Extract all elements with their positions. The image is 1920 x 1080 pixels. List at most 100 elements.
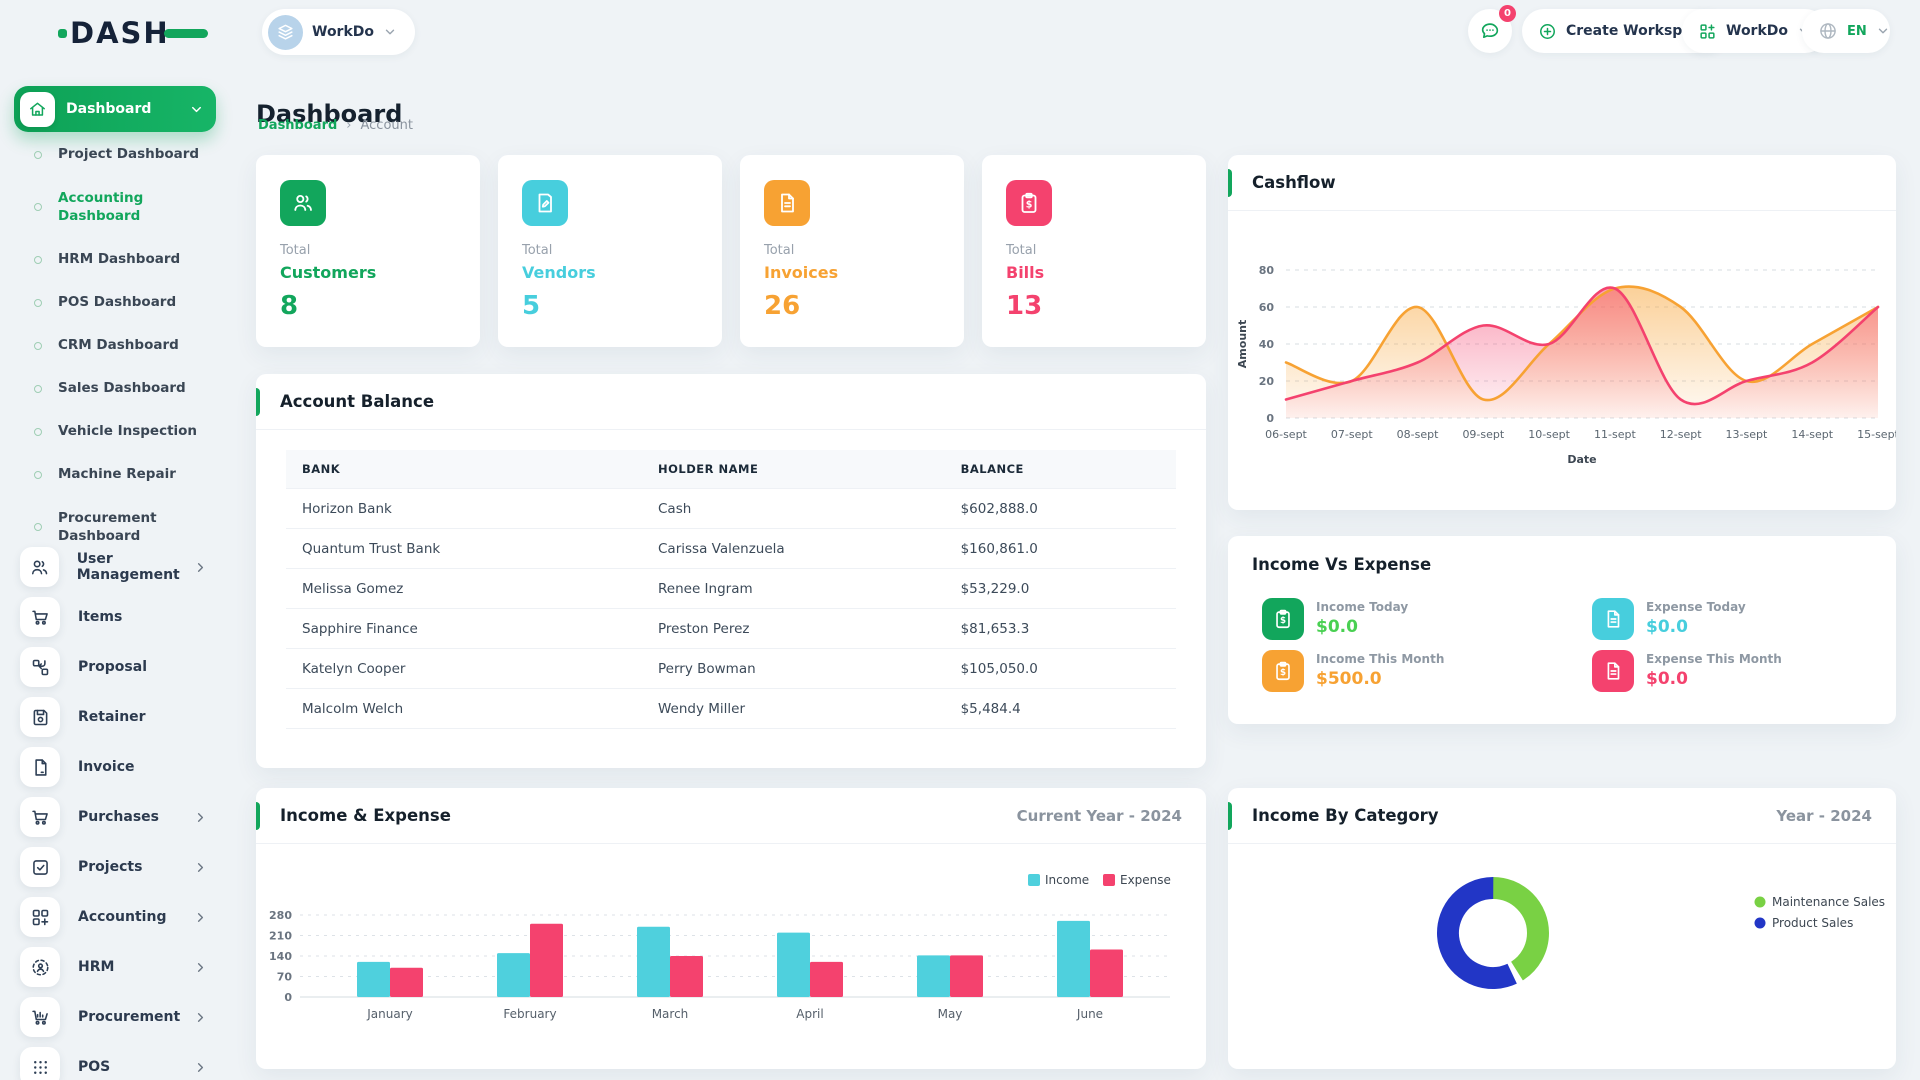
ive-item-expense-this-month: Expense This Month$0.0 — [1592, 650, 1782, 692]
sidebar-subitem-label: Vehicle Inspection — [58, 422, 208, 440]
svg-text:60: 60 — [1259, 301, 1275, 314]
sidebar-subitem-pos-dashboard[interactable]: POS Dashboard — [14, 281, 216, 324]
stat-prefix: Total — [1006, 243, 1036, 258]
table-cell: Cash — [642, 489, 945, 529]
sidebar-item-user-management[interactable]: User Management — [14, 542, 216, 592]
sidebar-subitem-hrm-dashboard[interactable]: HRM Dashboard — [14, 238, 216, 281]
messages-badge: 0 — [1499, 5, 1516, 22]
cart-icon — [30, 807, 51, 828]
sidebar-subitem-accounting-dashboard[interactable]: Accounting Dashboard — [14, 176, 216, 238]
language-button[interactable]: EN — [1802, 9, 1890, 53]
note-icon — [522, 180, 568, 226]
chevron-down-icon — [383, 25, 397, 39]
sidebar-item-procurement[interactable]: Procurement — [14, 992, 216, 1042]
sidebar-item-hrm[interactable]: HRM — [14, 942, 216, 992]
stat-card-invoices: TotalInvoices26 — [740, 155, 964, 347]
bullet-icon — [34, 342, 42, 350]
sidebar-subitem-project-dashboard[interactable]: Project Dashboard — [14, 133, 216, 176]
grid-plus-icon — [30, 907, 51, 928]
svg-text:Product Sales: Product Sales — [1772, 916, 1853, 930]
svg-text:70: 70 — [277, 971, 293, 984]
svg-text:Expense: Expense — [1120, 873, 1171, 887]
cart-icon — [30, 607, 51, 628]
scan-user-icon — [30, 957, 51, 978]
sidebar-item-label: HRM — [78, 959, 114, 975]
stat-prefix: Total — [764, 243, 794, 258]
svg-text:$: $ — [1026, 200, 1033, 211]
table-row: Katelyn CooperPerry Bowman$105,050.0 — [286, 649, 1176, 689]
clipboard-dollar-icon: $ — [1262, 650, 1304, 692]
users-icon — [29, 557, 50, 578]
table-cell: $81,653.3 — [945, 609, 1176, 649]
dots-grid-icon — [30, 1057, 51, 1078]
bullet-icon — [34, 203, 42, 211]
stat-value: 8 — [280, 291, 298, 321]
table-row: Malcolm WelchWendy Miller$5,484.4 — [286, 689, 1176, 729]
svg-text:15-sept: 15-sept — [1857, 428, 1896, 441]
sidebar-item-pos[interactable]: POS — [14, 1042, 216, 1080]
sidebar-item-dashboard[interactable]: Dashboard — [14, 86, 216, 132]
clipboard-dollar-icon: $ — [1017, 191, 1041, 215]
svg-text:February: February — [503, 1007, 556, 1021]
sidebar-subitem-machine-repair[interactable]: Machine Repair — [14, 453, 216, 496]
sidebar-subitem-label: Accounting Dashboard — [58, 189, 208, 225]
home-icon — [20, 92, 55, 127]
income-by-category-chart-svg: Maintenance SalesProduct Sales — [1228, 844, 1896, 1069]
bullet-icon — [34, 471, 42, 479]
breadcrumb: Dashboard›Account — [258, 118, 413, 133]
sidebar-item-items[interactable]: Items — [14, 592, 216, 642]
app-logo[interactable]: DASH — [58, 16, 208, 50]
income-by-category-card: Income By Category Year - 2024 Maintenan… — [1228, 788, 1896, 1069]
file-icon — [30, 757, 51, 778]
sidebar-item-proposal[interactable]: Proposal — [14, 642, 216, 692]
language-label: EN — [1847, 24, 1867, 39]
table-cell: Malcolm Welch — [286, 689, 642, 729]
clipboard-dollar-icon: $ — [1006, 180, 1052, 226]
table-cell: Quantum Trust Bank — [286, 529, 642, 569]
table-cell: $5,484.4 — [945, 689, 1176, 729]
sidebar-item-purchases[interactable]: Purchases — [14, 792, 216, 842]
icon-tile — [20, 597, 60, 637]
column-header: BALANCE — [945, 450, 1176, 489]
ive-label: Income This Month — [1316, 652, 1444, 666]
svg-text:April: April — [796, 1007, 823, 1021]
sidebar-subitem-vehicle-inspection[interactable]: Vehicle Inspection — [14, 410, 216, 453]
blocks-icon — [30, 657, 51, 678]
sidebar-item-accounting[interactable]: Accounting — [14, 892, 216, 942]
save-icon — [30, 707, 51, 728]
logo-accent-dot — [58, 29, 67, 38]
svg-text:Date: Date — [1567, 453, 1596, 466]
svg-text:20: 20 — [1259, 375, 1275, 388]
stat-value: 5 — [522, 291, 540, 321]
ive-item-income-today: $Income Today$0.0 — [1262, 598, 1408, 640]
messages-button[interactable]: 0 — [1468, 9, 1512, 53]
card-title: Cashflow — [1228, 155, 1896, 211]
cashflow-chart-svg: 80604020006-sept07-sept08-sept09-sept10-… — [1228, 211, 1896, 511]
sidebar-subitem-crm-dashboard[interactable]: CRM Dashboard — [14, 324, 216, 367]
svg-text:May: May — [938, 1007, 963, 1021]
column-header: HOLDER NAME — [642, 450, 945, 489]
svg-text:13-sept: 13-sept — [1726, 428, 1768, 441]
svg-text:June: June — [1076, 1007, 1103, 1021]
file-lines-icon — [775, 191, 799, 215]
period-label: Current Year - 2024 — [1017, 807, 1182, 825]
chevron-right-icon — [193, 1060, 208, 1075]
sidebar-item-invoice[interactable]: Invoice — [14, 742, 216, 792]
breadcrumb-dashboard[interactable]: Dashboard — [258, 118, 337, 133]
sidebar-item-retainer[interactable]: Retainer — [14, 692, 216, 742]
sidebar-subitem-label: POS Dashboard — [58, 293, 208, 311]
table-cell: $160,861.0 — [945, 529, 1176, 569]
clipboard-dollar-icon: $ — [1262, 598, 1304, 640]
sidebar-subitem-sales-dashboard[interactable]: Sales Dashboard — [14, 367, 216, 410]
bullet-icon — [34, 256, 42, 264]
chevron-right-icon — [193, 1010, 208, 1025]
users-icon — [280, 180, 326, 226]
sidebar-subitem-label: HRM Dashboard — [58, 250, 208, 268]
sidebar-item-projects[interactable]: Projects — [14, 842, 216, 892]
svg-text:March: March — [652, 1007, 689, 1021]
sidebar-item-label: Proposal — [78, 659, 147, 675]
table-cell: Wendy Miller — [642, 689, 945, 729]
svg-text:14-sept: 14-sept — [1791, 428, 1833, 441]
cashflow-card: Cashflow 80604020006-sept07-sept08-sept0… — [1228, 155, 1896, 510]
workspace-switcher[interactable]: WorkDo — [262, 9, 415, 55]
